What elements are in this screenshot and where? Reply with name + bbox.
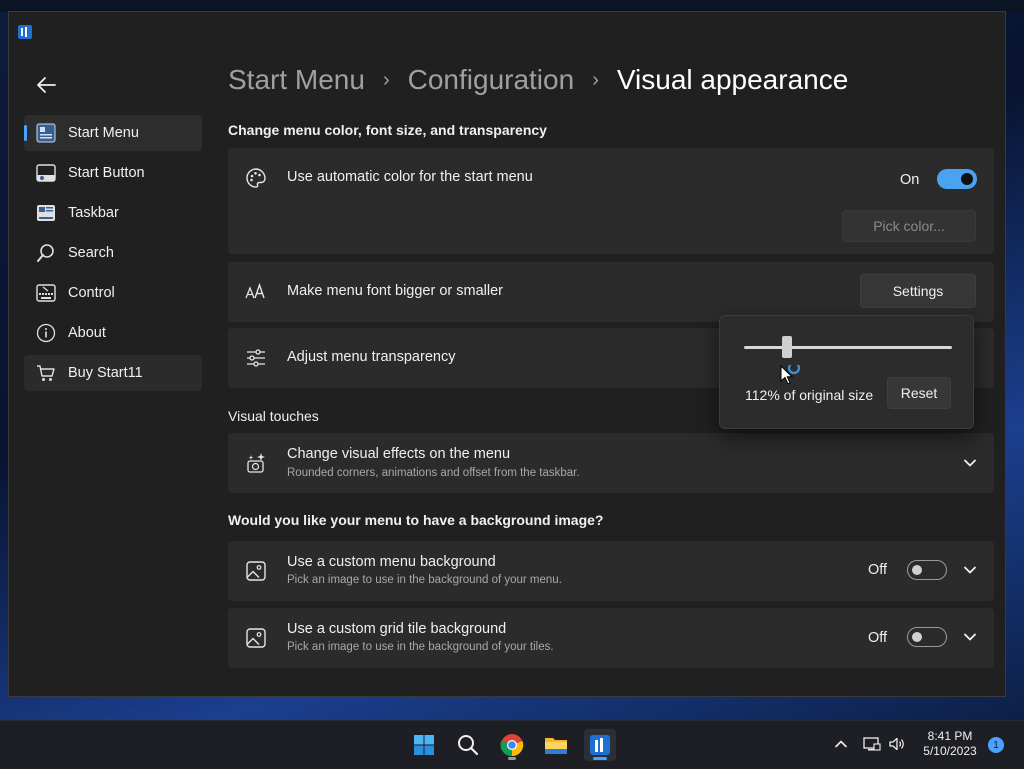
windows-start-icon[interactable] xyxy=(408,729,440,761)
toggle-knob xyxy=(912,565,922,575)
toggle-knob xyxy=(912,632,922,642)
file-explorer-icon[interactable] xyxy=(540,729,572,761)
font-size-card: Make menu font bigger or smaller Setting… xyxy=(228,262,994,322)
sidebar-item-taskbar[interactable]: Taskbar xyxy=(24,195,202,231)
grid-tile-background-toggle-state: Off xyxy=(868,630,888,646)
font-size-flyout: 112% of original size Reset xyxy=(719,315,974,429)
cart-icon xyxy=(36,363,56,383)
running-indicator xyxy=(508,757,516,760)
clock-date: 5/10/2023 xyxy=(923,744,977,758)
custom-background-toggle[interactable] xyxy=(907,560,947,580)
auto-color-title: Use automatic color for the start menu xyxy=(287,169,533,185)
sidebar-item-label: Search xyxy=(68,245,114,261)
auto-color-toggle-state: On xyxy=(900,172,920,188)
sidebar-item-label: About xyxy=(68,325,106,341)
search-icon xyxy=(36,243,56,263)
sliders-icon xyxy=(244,346,268,370)
sidebar-item-start-button[interactable]: Start Button xyxy=(24,155,202,191)
keyboard-icon xyxy=(36,283,56,303)
font-settings-button[interactable]: Settings xyxy=(860,274,976,308)
custom-background-toggle-state: Off xyxy=(868,562,888,578)
breadcrumb-start-menu[interactable]: Start Menu xyxy=(228,64,365,96)
info-icon xyxy=(36,323,56,343)
chrome-browser-icon[interactable] xyxy=(496,729,528,761)
taskbar-clock[interactable]: 8:41 PM 5/10/2023 xyxy=(916,729,984,759)
grid-tile-background-toggle[interactable] xyxy=(907,627,947,647)
sidebar-item-label: Start Menu xyxy=(68,125,139,141)
breadcrumb: Start Menu › Configuration › Visual appe… xyxy=(228,64,848,96)
sparkle-effects-icon xyxy=(244,451,268,475)
pick-color-button[interactable]: Pick color... xyxy=(842,210,976,242)
sidebar-nav: Start Menu Start Button Taskbar Search C… xyxy=(24,115,202,395)
sidebar-item-search[interactable]: Search xyxy=(24,235,202,271)
transparency-title: Adjust menu transparency xyxy=(287,349,456,365)
reset-button[interactable]: Reset xyxy=(887,377,951,409)
notification-badge[interactable]: 1 xyxy=(988,737,1004,753)
active-indicator xyxy=(593,757,607,760)
chevron-down-icon[interactable] xyxy=(961,628,979,646)
chevron-up-icon[interactable] xyxy=(832,734,850,754)
section-title-background-image: Would you like your menu to have a backg… xyxy=(228,512,604,528)
back-arrow-button[interactable] xyxy=(31,70,61,100)
custom-background-subtitle: Pick an image to use in the background o… xyxy=(287,574,562,586)
auto-color-toggle[interactable] xyxy=(937,169,977,189)
chevron-down-icon[interactable] xyxy=(961,454,979,472)
taskbar-search-icon[interactable] xyxy=(452,729,484,761)
grid-tile-background-card: Use a custom grid tile background Pick a… xyxy=(228,608,994,668)
sidebar-item-label: Start Button xyxy=(68,165,145,181)
sidebar-item-start-menu[interactable]: Start Menu xyxy=(24,115,202,151)
custom-background-title: Use a custom menu background xyxy=(287,554,496,570)
font-size-slider-track[interactable] xyxy=(744,346,952,349)
font-size-value-text: 112% of original size xyxy=(745,387,874,403)
volume-icon[interactable] xyxy=(887,734,907,754)
palette-icon xyxy=(244,166,268,190)
custom-background-card: Use a custom menu background Pick an ima… xyxy=(228,541,994,601)
visual-effects-subtitle: Rounded corners, animations and offset f… xyxy=(287,467,580,479)
font-size-slider-thumb[interactable] xyxy=(782,336,792,358)
page-title: Visual appearance xyxy=(616,64,849,95)
grid-tile-background-subtitle: Pick an image to use in the background o… xyxy=(287,641,554,653)
font-size-icon xyxy=(244,280,268,304)
auto-color-card: Use automatic color for the start menu O… xyxy=(228,148,994,254)
visual-effects-title: Change visual effects on the menu xyxy=(287,446,511,462)
chevron-right-icon: › xyxy=(592,68,599,91)
start-button-icon xyxy=(36,163,56,183)
sidebar-item-label: Control xyxy=(68,285,115,301)
breadcrumb-configuration[interactable]: Configuration xyxy=(408,64,575,96)
sidebar-item-about[interactable]: About xyxy=(24,315,202,351)
clock-time: 8:41 PM xyxy=(927,729,973,743)
chevron-right-icon: › xyxy=(382,68,390,91)
section-title-color-font: Change menu color, font size, and transp… xyxy=(228,122,547,138)
visual-effects-card[interactable]: Change visual effects on the menu Rounde… xyxy=(228,433,994,493)
start11-taskbar-icon[interactable] xyxy=(584,729,616,761)
taskbar-icon xyxy=(36,203,56,223)
sidebar-item-buy-start11[interactable]: Buy Start11 xyxy=(24,355,202,391)
mouse-cursor-icon xyxy=(780,361,802,389)
toggle-knob xyxy=(961,173,973,185)
section-title-visual-touches: Visual touches xyxy=(228,408,319,424)
image-icon xyxy=(244,559,268,583)
sidebar-item-label: Taskbar xyxy=(68,205,119,221)
sidebar-item-label: Buy Start11 xyxy=(68,365,143,381)
chevron-down-icon[interactable] xyxy=(961,561,979,579)
sidebar-item-control[interactable]: Control xyxy=(24,275,202,311)
font-size-title: Make menu font bigger or smaller xyxy=(287,283,503,299)
start11-app-icon xyxy=(17,24,33,40)
start-menu-icon xyxy=(36,123,56,143)
grid-tile-background-title: Use a custom grid tile background xyxy=(287,621,507,637)
image-icon xyxy=(244,626,268,650)
network-icon[interactable] xyxy=(862,734,882,754)
